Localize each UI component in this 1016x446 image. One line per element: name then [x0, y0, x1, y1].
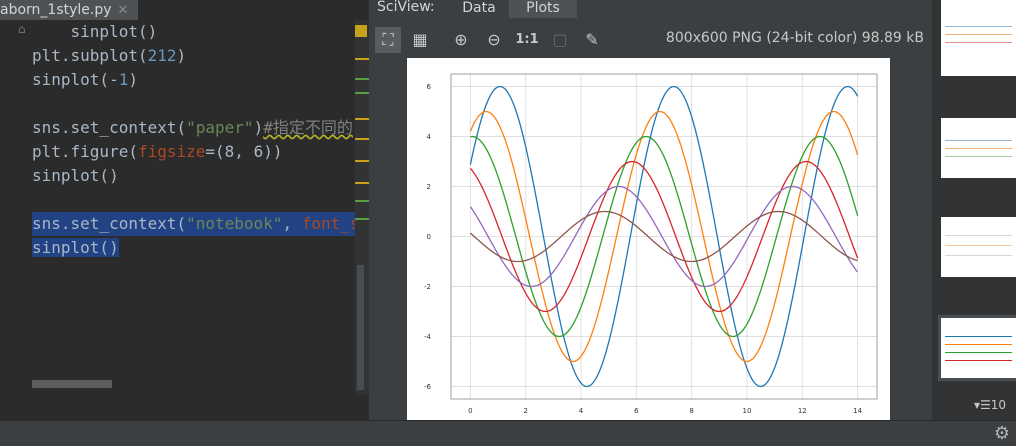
- code-line: sinplot(): [32, 22, 158, 41]
- vertical-scrollbar[interactable]: [357, 265, 364, 390]
- code-number: 212: [147, 46, 177, 65]
- warning-marker[interactable]: [355, 160, 369, 162]
- grid-icon[interactable]: ▦: [407, 27, 433, 53]
- color-picker-icon[interactable]: ✎: [579, 27, 605, 53]
- x-tick-label: 6: [634, 407, 639, 415]
- change-marker[interactable]: [355, 78, 369, 80]
- code-token: =(8, 6)): [205, 142, 283, 161]
- code-comment: #指定不同的: [263, 118, 353, 137]
- code-keyword-arg: font_s: [301, 214, 360, 233]
- fit-zoom-icon[interactable]: ▢: [547, 27, 573, 53]
- code-number: 1: [118, 70, 129, 89]
- zoom-out-icon[interactable]: ⊖: [481, 27, 507, 53]
- code-line-selected: sinplot(): [32, 236, 119, 260]
- code-editor[interactable]: aborn_1style.py ✕ ⌂ sinplot() plt.subplot…: [0, 0, 369, 420]
- x-tick-label: 4: [579, 407, 584, 415]
- x-tick-label: 10: [743, 407, 752, 415]
- code-token: ): [253, 118, 264, 137]
- sciview-panel: SciView: Data Plots ⛶ ▦ ⊕ ⊖ 1:1 ▢ ✎ 800x…: [369, 0, 932, 421]
- sciview-title: SciView:: [377, 0, 435, 15]
- thumbnail-count[interactable]: ▾☰10: [974, 398, 1006, 412]
- tab-plots[interactable]: Plots: [509, 0, 577, 18]
- code-token: plt.figure(: [32, 142, 138, 161]
- code-token: ): [128, 70, 138, 89]
- code-line: sns.set_context("paper")#指定不同的: [32, 116, 353, 140]
- y-tick-label: 2: [427, 183, 431, 191]
- y-tick-label: 6: [427, 83, 432, 91]
- code-token: sinplot(-: [32, 70, 119, 89]
- editor-file-tab[interactable]: aborn_1style.py ✕: [0, 0, 139, 20]
- y-tick-label: 0: [427, 233, 431, 241]
- zoom-in-icon[interactable]: ⊕: [448, 27, 474, 53]
- warning-marker[interactable]: [355, 138, 369, 140]
- code-keyword-arg: figsize: [137, 142, 206, 161]
- x-tick-label: 14: [853, 407, 862, 415]
- sciview-header: SciView: Data Plots: [369, 0, 932, 18]
- code-line: sinplot(-1): [32, 68, 138, 92]
- warning-marker[interactable]: [355, 58, 369, 60]
- plot-thumbnail[interactable]: [941, 217, 1016, 277]
- code-token: sns.set_context(: [32, 118, 187, 137]
- plot-thumbnail[interactable]: [941, 0, 1016, 76]
- close-icon[interactable]: ✕: [118, 3, 129, 18]
- plot-thumbnails-panel: ⚙ ▾☰10: [932, 0, 1016, 420]
- actual-size-button[interactable]: 1:1: [514, 27, 540, 53]
- code-area[interactable]: sinplot() plt.subplot(212) sinplot(-1) s…: [0, 20, 360, 395]
- x-tick-label: 12: [798, 407, 807, 415]
- change-marker[interactable]: [355, 218, 369, 220]
- y-tick-label: -4: [424, 333, 432, 341]
- code-token: ): [176, 46, 187, 65]
- plot-thumbnail-selected[interactable]: [938, 315, 1016, 381]
- plot-toolbar: ⛶ ▦ ⊕ ⊖ 1:1 ▢ ✎ 800x600 PNG (24-bit colo…: [369, 22, 932, 58]
- image-info: 800x600 PNG (24-bit color) 98.89 kB: [665, 30, 924, 46]
- line-chart: 0 2 4 6 8 10 12 14 6 4 2 0 -2 -4 -6: [424, 73, 878, 415]
- code-string: "paper": [186, 118, 254, 137]
- warning-marker[interactable]: [355, 25, 367, 37]
- code-string: "notebook": [186, 214, 283, 233]
- warning-marker[interactable]: [355, 182, 369, 184]
- change-marker[interactable]: [355, 200, 369, 202]
- code-token: sns.set_context(: [32, 214, 187, 233]
- code-token: sinplot(): [32, 238, 119, 257]
- editor-file-tab-label: aborn_1style.py: [0, 2, 112, 18]
- code-line: plt.figure(figsize=(8, 6)): [32, 140, 282, 164]
- horizontal-scrollbar[interactable]: [32, 380, 112, 388]
- x-tick-label: 8: [689, 407, 693, 415]
- change-marker[interactable]: [355, 92, 369, 94]
- y-tick-label: 4: [427, 133, 432, 141]
- gear-icon[interactable]: ⚙: [994, 423, 1010, 444]
- bottom-bar: ⚙: [0, 420, 1016, 446]
- code-line: sinplot(): [32, 166, 119, 185]
- code-line-selected: sns.set_context("notebook", font_s: [32, 212, 360, 236]
- plot-image: 0 2 4 6 8 10 12 14 6 4 2 0 -2 -4 -6: [407, 58, 890, 421]
- y-tick-label: -6: [424, 383, 432, 391]
- code-line: plt.subplot(212): [32, 44, 186, 68]
- tab-data[interactable]: Data: [449, 0, 509, 18]
- code-token: ,: [282, 214, 302, 233]
- x-tick-label: 2: [523, 407, 527, 415]
- warning-marker[interactable]: [355, 118, 369, 120]
- y-tick-label: -2: [424, 283, 431, 291]
- code-token: plt.subplot(: [32, 46, 148, 65]
- plot-thumbnail[interactable]: [941, 118, 1016, 178]
- fit-to-window-icon[interactable]: ⛶: [375, 27, 401, 53]
- x-tick-label: 0: [468, 407, 472, 415]
